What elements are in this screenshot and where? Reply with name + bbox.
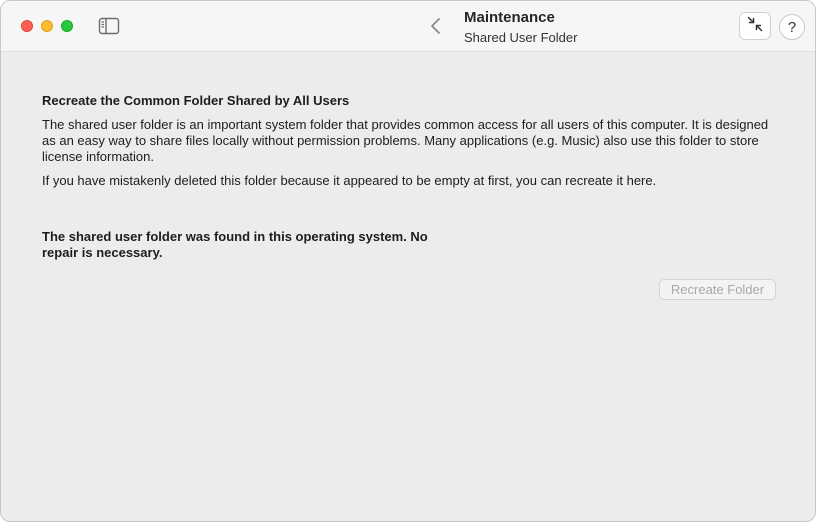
help-button[interactable]: ?: [779, 14, 805, 40]
page-title: Maintenance: [464, 9, 555, 26]
recreate-folder-button[interactable]: Recreate Folder: [659, 279, 776, 300]
arrows-collapse-icon: [746, 15, 764, 38]
page-subtitle: Shared User Folder: [464, 30, 578, 45]
app-window: Maintenance Shared User Folder ? Recreat…: [0, 0, 816, 522]
title-bar: Maintenance Shared User Folder ?: [1, 1, 815, 52]
collapse-button[interactable]: [739, 12, 771, 40]
recreate-note: If you have mistakenly deleted this fold…: [42, 173, 657, 188]
sidebar-icon[interactable]: [98, 17, 120, 35]
close-window-button[interactable]: [21, 20, 33, 32]
maximize-window-button[interactable]: [61, 20, 73, 32]
status-message: The shared user folder was found in this…: [42, 229, 428, 260]
main-content: Recreate the Common Folder Shared by All…: [1, 52, 815, 521]
minimize-window-button[interactable]: [41, 20, 53, 32]
chevron-left-icon[interactable]: [427, 16, 445, 36]
section-heading: Recreate the Common Folder Shared by All…: [42, 93, 350, 108]
description-text: The shared user folder is an important s…: [42, 117, 769, 164]
